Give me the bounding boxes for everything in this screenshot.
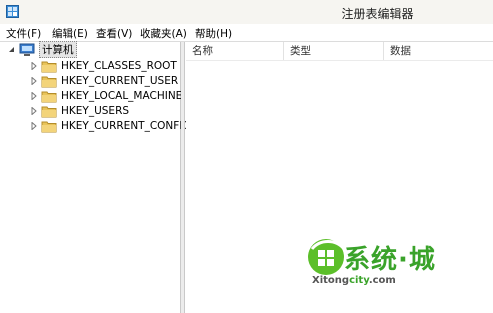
menu-bar: 文件(F) 编辑(E) 查看(V) 收藏夹(A) 帮助(H) [0, 24, 493, 42]
registry-tree-pane[interactable]: 计算机 HKEY_CLASSES_ROOT HKEY_CURRENT_USER … [0, 41, 191, 313]
column-header-data[interactable]: 数据 [384, 42, 493, 60]
tree-node-computer[interactable]: 计算机 [8, 41, 77, 58]
folder-icon [41, 106, 57, 117]
expand-triangle-icon[interactable] [30, 61, 38, 70]
tree-key-label: HKEY_CURRENT_USER [61, 74, 179, 87]
tree-key-label: HKEY_CURRENT_CONFIG [61, 119, 191, 132]
collapse-triangle-icon[interactable] [8, 45, 16, 54]
menu-view[interactable]: 查看(V) [96, 26, 132, 41]
menu-help[interactable]: 帮助(H) [195, 26, 232, 41]
tree-key-label: HKEY_USERS [61, 104, 130, 117]
expand-triangle-icon[interactable] [30, 76, 38, 85]
computer-icon [19, 43, 35, 56]
expand-triangle-icon[interactable] [30, 121, 38, 130]
column-header-name[interactable]: 名称 [186, 42, 284, 60]
tree-node-hkcu[interactable]: HKEY_CURRENT_USER [30, 73, 178, 88]
menu-file[interactable]: 文件(F) [6, 26, 41, 41]
watermark-brand: 系统·城 [344, 245, 436, 275]
folder-icon [41, 76, 57, 87]
menu-favorites[interactable]: 收藏夹(A) [140, 26, 187, 41]
tree-node-hklm[interactable]: HKEY_LOCAL_MACHINE [30, 88, 182, 103]
expand-triangle-icon[interactable] [30, 106, 38, 115]
watermark-logo: 系统·城 Xitongcity.com [306, 235, 466, 293]
expand-triangle-icon[interactable] [30, 91, 38, 100]
pane-splitter[interactable] [181, 42, 185, 313]
title-bar: 注册表编辑器 [0, 0, 493, 24]
tree-node-hku[interactable]: HKEY_USERS [30, 103, 129, 118]
menu-edit[interactable]: 编辑(E) [52, 26, 88, 41]
watermark-url: Xitongcity.com [312, 275, 396, 286]
folder-icon [41, 91, 57, 102]
column-header-type[interactable]: 类型 [284, 42, 384, 60]
tree-key-label: HKEY_LOCAL_MACHINE [61, 89, 183, 102]
tree-root-label: 计算机 [39, 41, 77, 58]
tree-key-label: HKEY_CLASSES_ROOT [61, 59, 177, 72]
folder-icon [41, 61, 57, 72]
column-header-row: 名称 类型 数据 [186, 42, 493, 61]
window-title: 注册表编辑器 [341, 7, 414, 21]
tree-node-hkcr[interactable]: HKEY_CLASSES_ROOT [30, 58, 177, 73]
tree-node-hkcc[interactable]: HKEY_CURRENT_CONFIG [30, 118, 191, 133]
folder-icon [41, 121, 57, 132]
